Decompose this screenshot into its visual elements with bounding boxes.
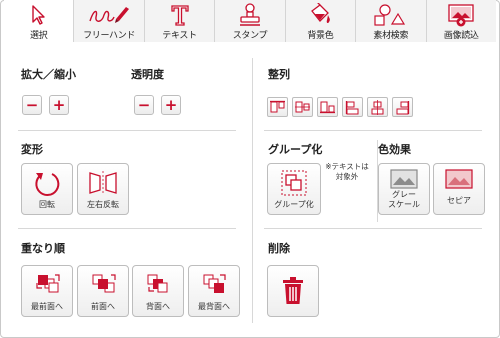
grayscale-button[interactable]: グレー スケール [378,163,430,215]
opacity-title: 透明度 [131,68,164,81]
tab-label: テキスト [162,31,197,41]
trash-icon [268,276,318,306]
send-to-back-button[interactable]: 最背面へ [188,265,240,317]
shapes-icon [356,3,425,27]
tab-material-search[interactable]: 素材検索 [355,0,426,42]
text-t-icon [145,3,214,27]
group-title: グループ化 [268,143,323,156]
align-title: 整列 [268,68,290,81]
stamp-icon [215,3,284,27]
group-button[interactable]: グループ化 [267,163,321,215]
tab-image-load[interactable]: 画像読込 [425,0,496,42]
tab-stamp[interactable]: スタンプ [214,0,285,42]
send-to-back-label: 最背面へ [198,302,230,311]
zoom-in-button[interactable]: + [49,95,69,115]
sepia-image-icon [434,169,484,189]
send-backward-icon [133,271,183,295]
sepia-label: セピア [447,196,471,205]
tab-label: 選択 [30,31,48,41]
tab-background-color[interactable]: 背景色 [284,0,356,42]
tab-label: 素材検索 [373,31,409,41]
group-button-label: グループ化 [274,200,314,209]
rotate-icon [22,169,72,199]
tab-bar: 選択 フリーハンド テキスト スタンプ 背景色 素材検索 画像読込 [4,0,496,43]
send-backward-label: 背面へ [146,302,170,311]
bring-to-front-button[interactable]: 最前面へ [21,265,73,317]
align-left-button[interactable] [342,97,363,117]
tab-label: スタンプ [232,31,268,41]
grayscale-label-line: スケール [388,200,420,209]
send-to-back-icon [189,271,239,295]
pen-scribble-icon [74,3,143,27]
opacity-increase-button[interactable]: + [161,95,181,115]
column-divider [252,58,253,323]
order-title: 重なり順 [21,242,65,255]
divider [18,130,236,131]
align-middle-button[interactable] [292,97,313,117]
tab-select[interactable]: 選択 [4,0,74,43]
delete-button[interactable] [267,265,319,317]
align-center-button[interactable] [367,97,388,117]
align-top-button[interactable] [267,97,288,117]
group-note: ※テキストは 対象外 [322,162,372,182]
zoom-title: 拡大／縮小 [21,68,76,81]
divider [264,130,482,131]
delete-title: 削除 [268,242,290,255]
tab-text[interactable]: テキスト [143,0,215,42]
bring-to-front-icon [22,271,72,295]
divider [18,228,236,229]
align-bottom-icon [320,101,335,114]
tab-freehand[interactable]: フリーハンド [73,0,144,42]
zoom-out-button[interactable]: − [22,95,42,115]
paint-bucket-icon [286,3,355,27]
tab-label: 画像読込 [443,31,479,41]
cursor-icon [4,3,73,27]
group-icon [268,169,320,197]
bring-forward-icon [78,271,128,295]
divider [264,228,482,229]
transform-title: 変形 [21,143,43,156]
bring-forward-button[interactable]: 前面へ [77,265,129,317]
send-backward-button[interactable]: 背面へ [132,265,184,317]
bring-forward-label: 前面へ [91,302,115,311]
color-effect-title: 色効果 [378,143,411,156]
flip-horizontal-button[interactable]: 左右反転 [77,163,129,215]
align-right-icon [396,100,410,114]
align-right-button[interactable] [392,97,413,117]
align-middle-icon [295,101,310,113]
rotate-button[interactable]: 回転 [21,163,73,215]
grayscale-label-line: グレー [392,190,416,199]
bring-to-front-label: 最前面へ [31,302,63,311]
align-left-icon [345,100,359,114]
image-load-icon [427,3,496,27]
tab-label: 背景色 [307,31,334,41]
opacity-decrease-button[interactable]: − [134,95,154,115]
align-center-icon [371,99,384,115]
flip-horizontal-icon [78,169,128,197]
group-note-line: ※テキストは [325,162,369,171]
sepia-button[interactable]: セピア [433,163,485,215]
align-bottom-button[interactable] [317,97,338,117]
group-note-line: 対象外 [335,172,359,181]
align-top-icon [270,100,285,113]
grayscale-image-icon [379,169,429,189]
flip-horizontal-label: 左右反転 [87,200,119,209]
rotate-label: 回転 [39,200,55,209]
grayscale-label: グレー スケール [379,190,429,210]
tab-label: フリーハンド [83,31,136,41]
